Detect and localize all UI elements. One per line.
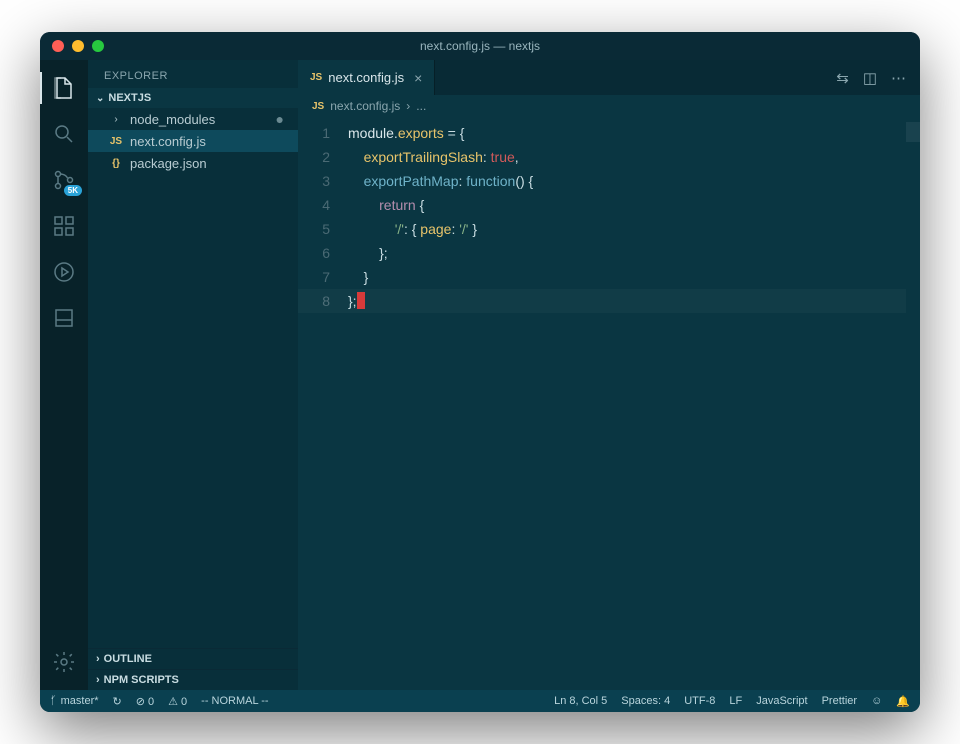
- git-branch-status[interactable]: ᚶ master*: [50, 695, 99, 707]
- debug-icon[interactable]: [40, 252, 88, 292]
- panel-icon[interactable]: [40, 298, 88, 338]
- language-status[interactable]: JavaScript: [756, 695, 807, 707]
- outline-section[interactable]: ›OUTLINE: [88, 648, 298, 669]
- tab-next-config[interactable]: JSnext.config.js×: [298, 60, 435, 95]
- errors-status[interactable]: ⊘ 0: [136, 695, 154, 708]
- line-numbers: 12345678: [298, 117, 348, 690]
- search-icon[interactable]: [40, 114, 88, 154]
- scm-badge: 5K: [64, 185, 82, 196]
- activity-bar: 5K: [40, 60, 88, 690]
- file-tree: ›node_modules● JSnext.config.js {}packag…: [88, 108, 298, 648]
- chevron-right-icon: ›: [96, 653, 100, 665]
- js-file-icon: JS: [108, 136, 124, 147]
- modified-dot-icon: ●: [276, 111, 290, 127]
- close-window-button[interactable]: [52, 40, 64, 52]
- chevron-right-icon: ›: [108, 114, 124, 125]
- window-title: next.config.js — nextjs: [40, 39, 920, 53]
- formatter-status[interactable]: Prettier: [822, 695, 857, 707]
- explorer-icon[interactable]: [40, 68, 88, 108]
- workbench: 5K EXPLORER ⌄NEXTJS ›node_modules● JSnex…: [40, 60, 920, 690]
- tree-item-package-json[interactable]: {}package.json: [88, 152, 298, 174]
- indentation-status[interactable]: Spaces: 4: [621, 695, 670, 707]
- window-controls: [40, 40, 104, 52]
- js-file-icon: JS: [310, 72, 322, 83]
- tree-item-node-modules[interactable]: ›node_modules●: [88, 108, 298, 130]
- tree-item-next-config[interactable]: JSnext.config.js: [88, 130, 298, 152]
- chevron-down-icon: ⌄: [96, 93, 104, 104]
- close-tab-icon[interactable]: ×: [414, 70, 422, 86]
- compare-changes-icon[interactable]: ⇆: [836, 69, 849, 87]
- cursor-position-status[interactable]: Ln 8, Col 5: [554, 695, 607, 707]
- split-editor-icon[interactable]: ◫: [863, 69, 877, 87]
- editor-group: JSnext.config.js× ⇆ ◫ ⋯ JS next.config.j…: [298, 60, 920, 690]
- minimap-slider[interactable]: [906, 122, 920, 142]
- eol-status[interactable]: LF: [729, 695, 742, 707]
- project-header[interactable]: ⌄NEXTJS: [88, 88, 298, 108]
- sync-status[interactable]: ↻: [113, 695, 122, 708]
- feedback-icon[interactable]: ☺: [871, 695, 882, 707]
- warnings-status[interactable]: ⚠ 0: [168, 695, 187, 708]
- breadcrumb[interactable]: JS next.config.js › ...: [298, 95, 920, 117]
- more-actions-icon[interactable]: ⋯: [891, 69, 906, 87]
- vim-mode-status: -- NORMAL --: [201, 695, 268, 707]
- sidebar-title: EXPLORER: [88, 60, 298, 88]
- vscode-window: next.config.js — nextjs 5K EXPLORER ⌄NEX…: [40, 32, 920, 712]
- source-control-icon[interactable]: 5K: [40, 160, 88, 200]
- code-content[interactable]: module.exports = { exportTrailingSlash: …: [348, 117, 920, 690]
- minimize-window-button[interactable]: [72, 40, 84, 52]
- notifications-bell-icon[interactable]: 🔔: [896, 695, 910, 708]
- status-bar: ᚶ master* ↻ ⊘ 0 ⚠ 0 -- NORMAL -- Ln 8, C…: [40, 690, 920, 712]
- settings-gear-icon[interactable]: [40, 642, 88, 682]
- sidebar: EXPLORER ⌄NEXTJS ›node_modules● JSnext.c…: [88, 60, 298, 690]
- tab-bar: JSnext.config.js× ⇆ ◫ ⋯: [298, 60, 920, 95]
- tab-actions: ⇆ ◫ ⋯: [836, 60, 920, 95]
- chevron-right-icon: ›: [96, 674, 100, 686]
- npm-scripts-section[interactable]: ›NPM SCRIPTS: [88, 669, 298, 690]
- js-file-icon: JS: [312, 101, 324, 112]
- json-file-icon: {}: [108, 158, 124, 169]
- titlebar: next.config.js — nextjs: [40, 32, 920, 60]
- minimap[interactable]: [906, 117, 920, 690]
- code-editor[interactable]: 12345678 module.exports = { exportTraili…: [298, 117, 920, 690]
- maximize-window-button[interactable]: [92, 40, 104, 52]
- cursor: [357, 292, 365, 309]
- encoding-status[interactable]: UTF-8: [684, 695, 715, 707]
- extensions-icon[interactable]: [40, 206, 88, 246]
